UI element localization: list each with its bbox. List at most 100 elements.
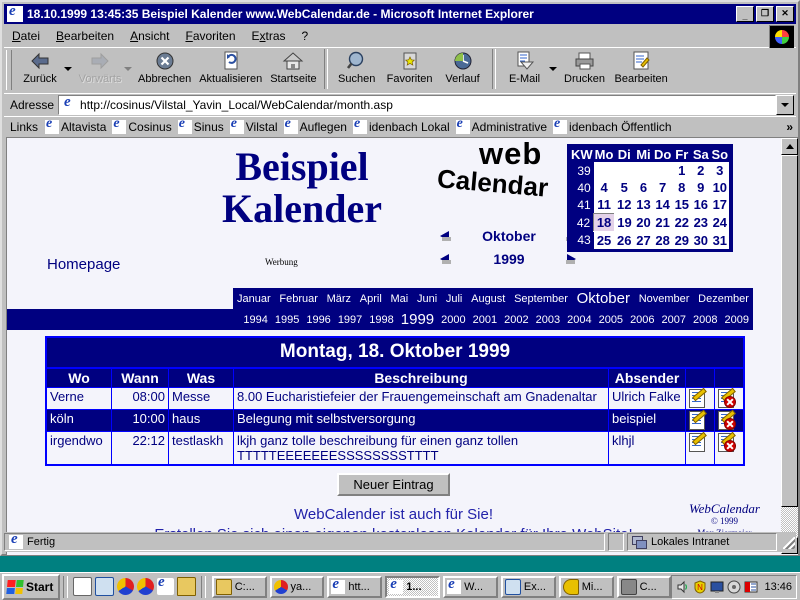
month-option-februar[interactable]: Februar (279, 293, 318, 305)
mini-calendar-week-number[interactable]: 42 (570, 213, 594, 232)
year-option-2009[interactable]: 2009 (725, 314, 749, 326)
notepad-icon[interactable] (73, 577, 93, 596)
menu-item-datei[interactable]: Datei (4, 27, 48, 45)
mini-calendar-day-5[interactable]: 5 (614, 179, 634, 196)
month-option-mai[interactable]: Mai (391, 293, 409, 305)
mini-calendar-day-10[interactable]: 10 (710, 179, 730, 196)
event-edit-cell[interactable] (685, 431, 715, 466)
mini-calendar-day-31[interactable]: 31 (710, 231, 730, 249)
year-option-1994[interactable]: 1994 (243, 314, 267, 326)
menu-item-help[interactable]: ? (294, 27, 317, 45)
mini-calendar-day-9[interactable]: 9 (691, 179, 711, 196)
month-option-märz[interactable]: März (327, 293, 351, 305)
norton-icon[interactable]: N (693, 579, 707, 594)
mini-calendar-day-23[interactable]: 23 (691, 213, 711, 232)
mini-calendar-day-1[interactable]: 1 (672, 162, 692, 179)
link-auflegen[interactable]: Auflegen (281, 120, 350, 134)
mail-dropdown-icon[interactable] (548, 67, 557, 71)
media-icon[interactable] (117, 578, 135, 595)
folder-icon[interactable] (177, 577, 197, 596)
taskbar-button[interactable]: Mi... (558, 575, 614, 598)
restore-button[interactable]: ❐ (756, 6, 774, 22)
link-altavista[interactable]: Altavista (42, 120, 109, 134)
links-overflow-icon[interactable]: » (786, 120, 796, 134)
link-idenbach-oeffentlich[interactable]: idenbach Öffentlich (550, 120, 675, 134)
menu-item-bearbeiten[interactable]: Bearbeiten (48, 27, 122, 45)
netware-icon[interactable] (744, 580, 758, 594)
mini-calendar-day-26[interactable]: 26 (614, 231, 634, 249)
year-option-2002[interactable]: 2002 (504, 314, 528, 326)
table-row[interactable]: Verne 08:00 Messe 8.00 Eucharistiefeier der… (45, 387, 745, 410)
event-delete-cell[interactable] (714, 431, 745, 466)
year-option-2004[interactable]: 2004 (567, 314, 591, 326)
month-option-oktober[interactable]: Oktober (577, 290, 630, 307)
toolbar-grip[interactable] (6, 50, 12, 90)
taskbar-button[interactable]: 1... (385, 575, 441, 598)
year-option-2003[interactable]: 2003 (536, 314, 560, 326)
address-dropdown-button[interactable] (776, 95, 794, 115)
mini-calendar-day-13[interactable]: 13 (633, 196, 653, 214)
month-option-juni[interactable]: Juni (417, 293, 437, 305)
year-option-2007[interactable]: 2007 (662, 314, 686, 326)
mini-calendar-day-7[interactable]: 7 (652, 179, 673, 196)
mini-calendar-day-29[interactable]: 29 (672, 231, 692, 249)
link-vilstal[interactable]: Vilstal (227, 120, 281, 134)
mini-calendar-day-22[interactable]: 22 (672, 213, 692, 232)
toolbar-button-stop[interactable]: Abbrechen (134, 49, 195, 85)
year-option-2000[interactable]: 2000 (441, 314, 465, 326)
mini-calendar-week-number[interactable]: 39 (570, 162, 594, 179)
delete-entry-icon[interactable] (717, 387, 736, 408)
taskbar-button[interactable]: C:... (211, 575, 267, 598)
scrollbar-track[interactable] (781, 155, 798, 537)
mini-calendar-week-number[interactable]: 43 (570, 231, 594, 249)
event-delete-cell[interactable] (714, 387, 745, 410)
month-option-januar[interactable]: Januar (237, 293, 271, 305)
network-icon[interactable] (137, 578, 155, 595)
link-sinus[interactable]: Sinus (175, 120, 227, 134)
scroll-up-button[interactable] (781, 138, 798, 155)
month-option-november[interactable]: November (639, 293, 690, 305)
mini-calendar-day-18[interactable]: 18 (593, 213, 615, 232)
taskbar-button[interactable]: Ex... (500, 575, 556, 598)
edit-entry-icon[interactable] (688, 431, 707, 452)
new-entry-button[interactable]: Neuer Eintrag (337, 473, 450, 496)
month-option-august[interactable]: August (471, 293, 505, 305)
month-option-april[interactable]: April (360, 293, 382, 305)
event-edit-cell[interactable] (685, 409, 715, 432)
table-row[interactable]: irgendwo 22:12 testlaskh lkjh ganz tolle be… (45, 431, 745, 466)
resize-grip[interactable] (780, 534, 796, 550)
mini-calendar-week-number[interactable]: 41 (570, 196, 594, 214)
mini-calendar-day-19[interactable]: 19 (614, 213, 634, 232)
year-option-1998[interactable]: 1998 (369, 314, 393, 326)
mini-calendar-day-2[interactable]: 2 (691, 162, 711, 179)
mini-calendar-day-8[interactable]: 8 (672, 179, 692, 196)
menu-item-ansicht[interactable]: Ansicht (122, 27, 177, 45)
link-cosinus[interactable]: Cosinus (109, 120, 174, 134)
taskbar-button[interactable]: C... (616, 575, 672, 598)
mini-calendar-day-25[interactable]: 25 (593, 231, 615, 249)
clock-time[interactable]: 13:46 (764, 581, 792, 593)
link-administrative[interactable]: Administrative (453, 120, 550, 134)
delete-entry-icon[interactable] (717, 431, 736, 452)
display-icon[interactable] (710, 580, 724, 594)
link-idenbach-lokal[interactable]: idenbach Lokal (350, 120, 453, 134)
toolbar-button-print[interactable]: Drucken (559, 49, 611, 85)
taskbar-button[interactable]: htt... (327, 575, 383, 598)
event-edit-cell[interactable] (685, 387, 715, 410)
mini-calendar-day-3[interactable]: 3 (710, 162, 730, 179)
mini-calendar-day-21[interactable]: 21 (652, 213, 673, 232)
start-button[interactable]: Start (2, 573, 61, 600)
event-delete-cell[interactable] (714, 409, 745, 432)
delete-entry-icon[interactable] (717, 409, 736, 430)
scrollbar-thumb[interactable] (781, 155, 798, 507)
mini-calendar-day-4[interactable]: 4 (593, 179, 615, 196)
toolbar-button-history[interactable]: Verlauf (437, 49, 489, 85)
year-option-2006[interactable]: 2006 (630, 314, 654, 326)
disc-icon[interactable] (727, 580, 741, 594)
toolbar-button-search[interactable]: Suchen (331, 49, 383, 85)
close-button[interactable]: ✕ (776, 6, 794, 22)
menu-item-extras[interactable]: Extras (244, 27, 294, 45)
mini-calendar-day-17[interactable]: 17 (710, 196, 730, 214)
toolbar-button-refresh[interactable]: Aktualisieren (195, 49, 266, 85)
toolbar-button-back[interactable]: Zurück (14, 49, 66, 85)
